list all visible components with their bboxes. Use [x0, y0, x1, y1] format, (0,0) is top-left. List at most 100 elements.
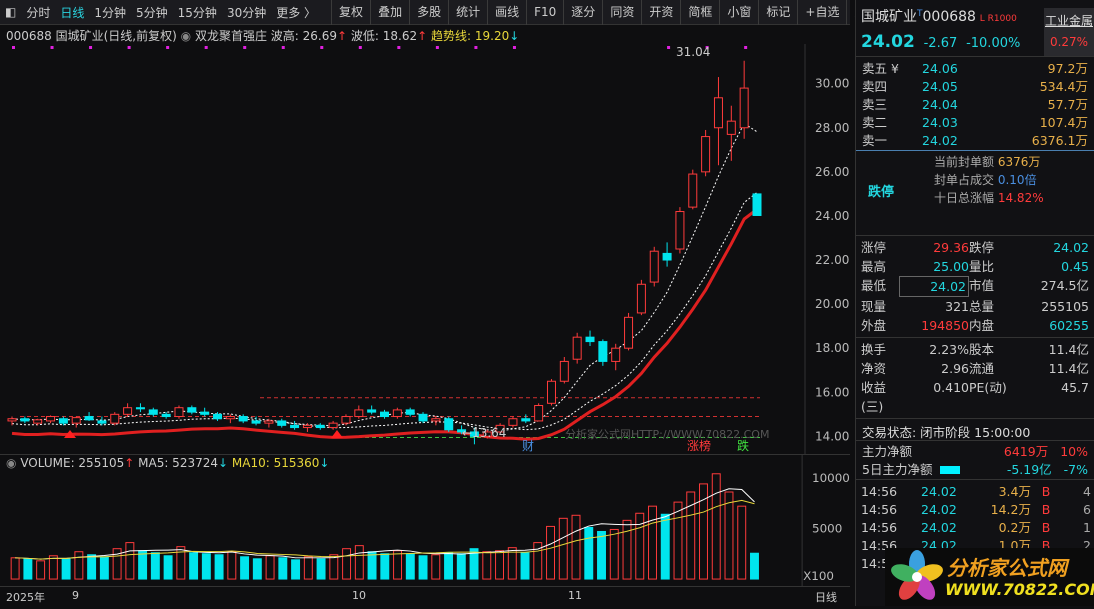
stock-title: 000688 国城矿业(日线,前复权) — [6, 29, 177, 43]
ask-price: 24.02 — [922, 133, 958, 148]
volume-bar — [597, 530, 606, 580]
candle-body — [624, 316, 634, 349]
candle-body — [161, 413, 171, 418]
signal-dot — [166, 46, 170, 49]
volume-bar — [342, 548, 352, 580]
candlestick-chart[interactable]: 14.00 16.00 18.00 20.00 22.00 24.00 26.00 28.00… — [0, 44, 850, 454]
x-label: 9 — [72, 589, 79, 602]
main-flow-value: 6419万 — [1003, 444, 1049, 459]
main-flow-label: 主力净额 — [862, 444, 913, 459]
stat-label: 现量 — [861, 299, 887, 314]
candle-body — [84, 416, 94, 421]
volume-bar — [393, 550, 403, 580]
candle-body — [405, 409, 415, 415]
candle-body — [611, 347, 621, 362]
five-day-flow-value: -5.19亿 — [1006, 462, 1052, 477]
stat-label: 换手 — [861, 342, 887, 357]
volume-bar — [737, 505, 747, 580]
tab-more[interactable]: 更多 〉 — [271, 4, 321, 21]
candle-body — [238, 416, 248, 422]
tab-5min[interactable]: 5分钟 — [131, 4, 173, 21]
volume-bar — [444, 552, 454, 580]
x-label: 11 — [568, 589, 582, 602]
candle-body — [739, 87, 749, 129]
candle-body — [752, 193, 762, 216]
volume-bar — [431, 554, 441, 580]
toolbar-button[interactable]: 小窗 — [719, 0, 758, 25]
volume-bar — [495, 550, 505, 580]
stat-value: 24.02 — [899, 276, 969, 297]
sector-link[interactable]: 工业金属 — [1044, 8, 1094, 29]
toolbar-button[interactable]: 统计 — [448, 0, 487, 25]
ask-price: 24.03 — [922, 115, 958, 130]
candle-body — [534, 405, 544, 422]
ask-row[interactable]: 卖四 24.05 534.4万 — [856, 78, 1094, 96]
stat-value: 2.23% — [929, 342, 969, 357]
toolbar-button[interactable]: F10 — [526, 0, 563, 25]
ask-row[interactable]: 卖五 ¥ 24.06 97.2万 — [856, 60, 1094, 78]
volume-bar — [291, 559, 301, 580]
toolbar-button[interactable]: 复权 — [331, 0, 370, 25]
volume-chart[interactable]: 10000 5000 X100 — [0, 454, 850, 586]
trough-label: ←13.64 — [462, 426, 506, 440]
candle-body — [46, 416, 56, 422]
finance-marker: 财 — [522, 439, 534, 453]
candle-body — [71, 417, 81, 424]
toolbar-button[interactable]: 简框 — [680, 0, 719, 25]
flags: L R1000 — [979, 14, 1017, 24]
tab-15min[interactable]: 15分钟 — [173, 4, 222, 21]
trend-line: 趋势线: 19.20 — [431, 29, 510, 43]
toolbar-button[interactable]: 标记 — [758, 0, 797, 25]
stat-value: 24.02 — [1053, 240, 1089, 255]
candle-body — [662, 252, 672, 261]
volume-bar — [622, 519, 632, 580]
peak-label: 31.04 — [676, 45, 710, 59]
toolbar-button[interactable]: +自选 — [797, 0, 846, 25]
down-marker: 跌 — [737, 438, 749, 453]
toolbar-button[interactable]: 同资 — [602, 0, 641, 25]
stat-value: 274.5亿 — [1040, 278, 1089, 293]
ask-row[interactable]: 卖二 24.03 107.4万 — [856, 114, 1094, 132]
dropdown-icon[interactable]: ◉ — [181, 29, 191, 43]
candle-body — [418, 413, 428, 422]
candle-body — [213, 413, 223, 420]
candle-body — [341, 416, 351, 424]
candle-body — [546, 380, 556, 404]
indicator-info: 000688 国城矿业(日线,前复权) ◉ 双龙聚首强庄 波高: 26.69↑ … — [6, 29, 520, 43]
tab-fenshi[interactable]: 分时 — [21, 4, 55, 21]
toolbar-button[interactable]: 画线 — [487, 0, 526, 25]
stat-value: 2.96 — [941, 361, 969, 376]
volume-bar — [456, 553, 466, 580]
toolbar-button[interactable]: 开资 — [641, 0, 680, 25]
indicator-name: 双龙聚首强庄 — [194, 29, 267, 43]
toolbar-button[interactable]: 多股 — [409, 0, 448, 25]
stat-value: 0.45 — [1061, 259, 1089, 274]
ask-label: 卖一 — [862, 133, 888, 148]
signal-dot — [127, 46, 131, 49]
volume-bar — [61, 558, 71, 580]
flower-logo-icon — [891, 550, 943, 600]
ask-price: 24.04 — [922, 97, 958, 112]
tick-volume: 3.4万 — [998, 484, 1031, 499]
ask-volume: 57.7万 — [1047, 97, 1088, 112]
tick-side: B — [1041, 502, 1051, 517]
buy-signal-icon — [331, 430, 343, 438]
ask-row[interactable]: 卖一 24.02 6376.1万 — [856, 132, 1094, 150]
ask-row[interactable]: 卖三 24.04 57.7万 — [856, 96, 1094, 114]
toolbar-button[interactable]: 逐分 — [563, 0, 602, 25]
volume-bar — [520, 552, 530, 580]
sidebar-toggle-icon[interactable]: ◧ — [0, 5, 21, 19]
wave-high: 波高: 26.69 — [270, 29, 338, 43]
volume-bar — [227, 551, 237, 580]
y-tick-label: 22.00 — [815, 253, 849, 267]
stat-value: 194850 — [921, 318, 969, 333]
seal-ratio-label: 封单占成交 — [934, 173, 995, 187]
stat-label: 内盘 — [969, 318, 995, 333]
toolbar-button[interactable]: 叠加 — [370, 0, 409, 25]
candle-body — [688, 173, 698, 208]
watermark-logo: 分析家公式网 WWW.70822.COM — [885, 548, 1094, 606]
tab-daily[interactable]: 日线 — [55, 4, 89, 21]
tab-30min[interactable]: 30分钟 — [222, 4, 271, 21]
tab-1min[interactable]: 1分钟 — [89, 4, 131, 21]
candle-body — [225, 416, 235, 420]
